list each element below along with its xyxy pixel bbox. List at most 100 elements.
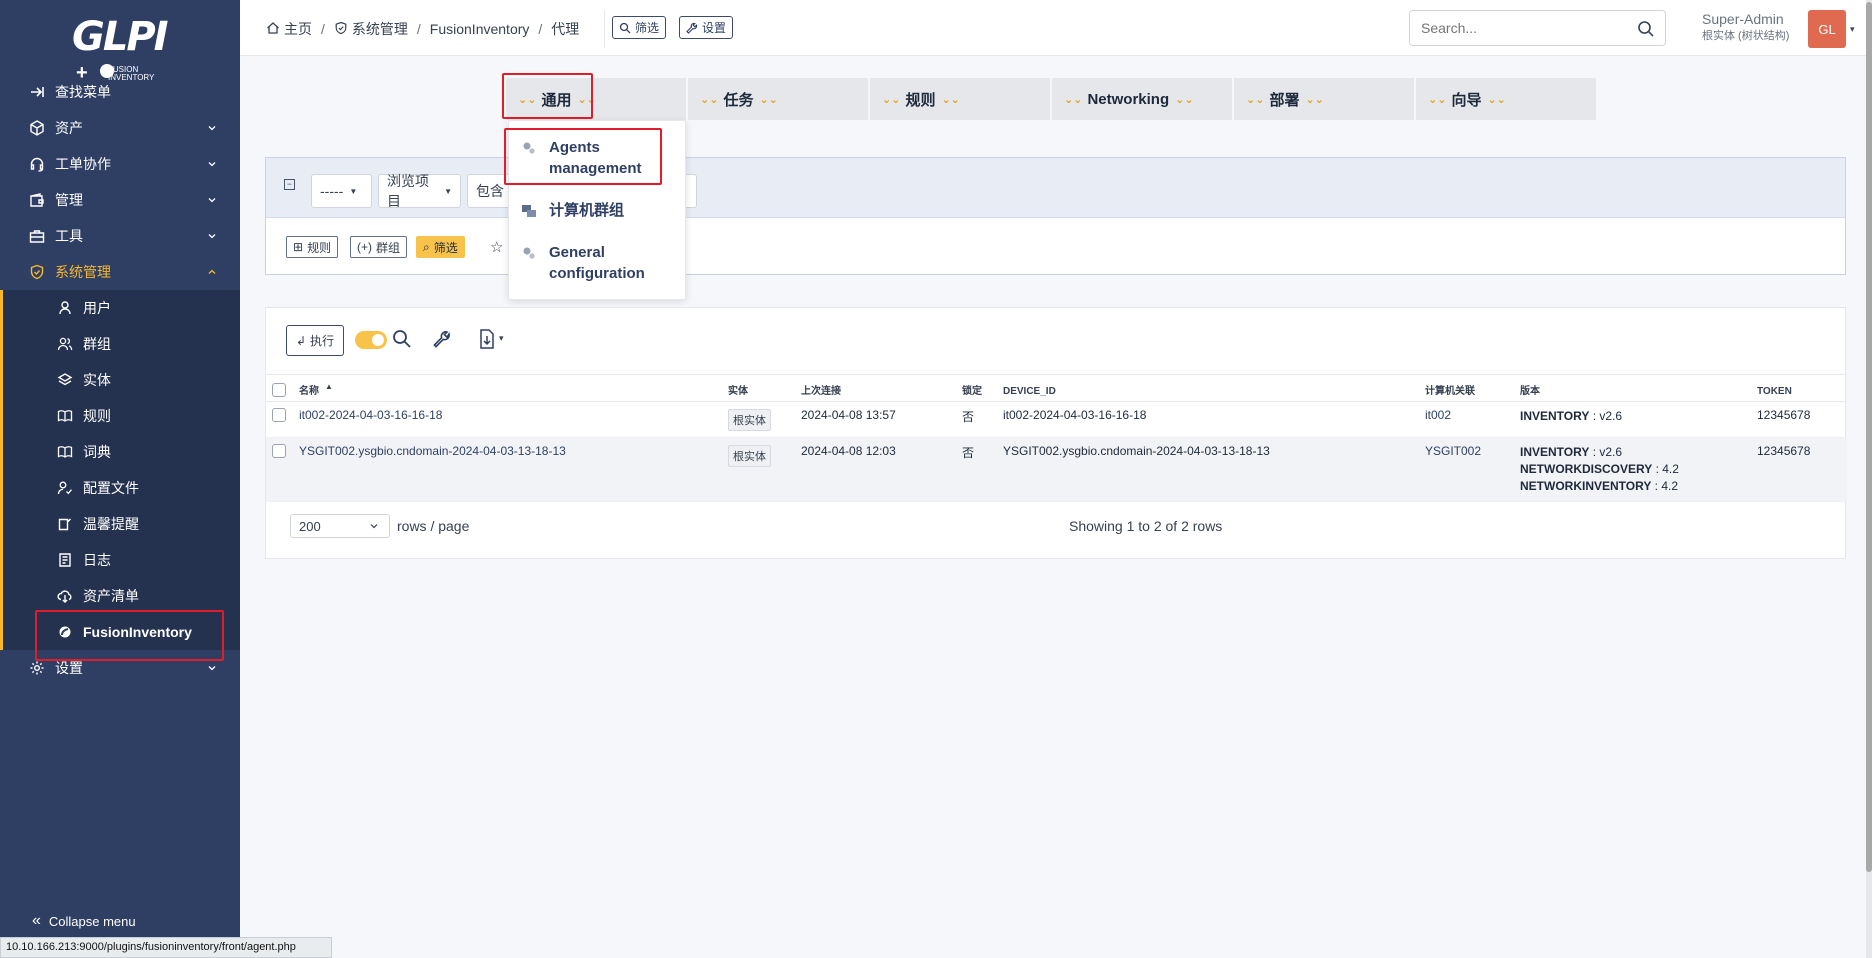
cell-version: INVENTORY : v2.6 NETWORKDISCOVERY : 4.2 … xyxy=(1520,437,1757,502)
column-header-name[interactable]: 名称 ▲ xyxy=(299,374,728,402)
sidebar-item-settings[interactable]: 设置 xyxy=(0,650,240,686)
chevron-down-icon xyxy=(208,126,216,131)
cube-icon xyxy=(28,119,46,137)
breadcrumb-fusioninventory[interactable]: FusionInventory xyxy=(430,21,530,37)
sidebar-item-dictionaries[interactable]: 词典 xyxy=(0,434,240,470)
chevron-down-icon[interactable]: ▾ xyxy=(1850,24,1855,35)
caret-down-icon: ▼ xyxy=(444,186,452,196)
chevron-down-icon xyxy=(208,666,216,671)
toggle-switch[interactable] xyxy=(355,331,387,349)
column-header-last-contact[interactable]: 上次连接 xyxy=(801,374,962,402)
sidebar-item-tools[interactable]: 工具 xyxy=(0,218,240,254)
computer-link[interactable]: it002 xyxy=(1425,408,1451,422)
fusion-icon xyxy=(56,623,74,641)
user-info[interactable]: Super-Admin 根实体 (树状结构) xyxy=(1702,11,1822,43)
note-icon xyxy=(56,515,74,533)
header-settings-label: 设置 xyxy=(702,21,727,35)
user-icon xyxy=(56,299,74,317)
header-filter-button[interactable]: 筛选 xyxy=(612,16,667,39)
execute-button[interactable]: ↲ 执行 xyxy=(286,325,344,356)
double-chevron-down-icon: ⌄⌄ xyxy=(759,93,778,106)
plugin-tab-deploy[interactable]: ⌄⌄ 部署 ⌄⌄ xyxy=(1234,78,1414,120)
criteria-field-select[interactable]: ----- ▼ xyxy=(311,174,372,208)
agent-name-link[interactable]: it002-2024-04-03-16-16-18 xyxy=(299,408,442,422)
breadcrumb-home[interactable]: 主页 xyxy=(284,19,312,39)
search-icon[interactable] xyxy=(1637,20,1655,38)
agent-name-link[interactable]: YSGIT002.ysgbio.cndomain-2024-04-03-13-1… xyxy=(299,444,566,458)
sidebar-item-label: FusionInventory xyxy=(83,624,192,640)
global-search-box xyxy=(1409,10,1666,46)
collapse-menu-button[interactable]: « Collapse menu xyxy=(32,912,136,930)
sidebar-item-groups[interactable]: 群组 xyxy=(0,326,240,362)
book-icon xyxy=(56,407,74,425)
collapse-criteria-icon[interactable]: − xyxy=(284,179,295,190)
sidebar-item-logs[interactable]: 日志 xyxy=(0,542,240,578)
cloud-download-icon xyxy=(56,587,74,605)
sidebar-item-helpdesk[interactable]: 工单协作 xyxy=(0,146,240,182)
column-header-version[interactable]: 版本 xyxy=(1520,374,1757,402)
wrench-icon[interactable] xyxy=(431,328,453,350)
breadcrumb-agents[interactable]: 代理 xyxy=(551,19,579,39)
page-size-select[interactable]: 200 xyxy=(290,514,390,538)
sidebar-item-find-menu[interactable]: 查找菜单 xyxy=(0,74,240,110)
column-header-entity[interactable]: 实体 xyxy=(728,374,801,402)
dropdown-item-agents-management[interactable]: Agents management xyxy=(509,137,687,179)
avatar[interactable]: GL xyxy=(1808,10,1846,48)
shield-icon xyxy=(334,21,348,38)
plugin-tab-general[interactable]: ⌄⌄ 通用 ⌄⌄ xyxy=(506,78,686,120)
add-group-button[interactable]: (+) 群组 xyxy=(350,236,408,258)
scrollbar-thumb[interactable] xyxy=(1866,2,1872,872)
double-chevron-down-icon: ⌄⌄ xyxy=(1175,93,1194,106)
criteria-browse-select[interactable]: 浏览项目 ▼ xyxy=(378,173,461,209)
sidebar-item-administration[interactable]: 系统管理 xyxy=(0,254,240,290)
sidebar-item-users[interactable]: 用户 xyxy=(0,290,240,326)
double-chevron-down-icon: ⌄⌄ xyxy=(700,93,719,106)
vertical-scrollbar[interactable] xyxy=(1866,0,1872,958)
glpi-logo[interactable]: GLPI + FUSION INVENTORY xyxy=(60,10,180,84)
sidebar-item-management[interactable]: 管理 xyxy=(0,182,240,218)
computer-link[interactable]: YSGIT002 xyxy=(1425,444,1481,458)
sidebar-item-entities[interactable]: 实体 xyxy=(0,362,240,398)
double-chevron-down-icon: ⌄⌄ xyxy=(1064,93,1083,106)
global-search-input[interactable] xyxy=(1421,20,1621,36)
search-icon[interactable] xyxy=(391,328,413,350)
column-header-computer[interactable]: 计算机关联 xyxy=(1425,374,1520,402)
double-chevron-down-icon: ⌄⌄ xyxy=(518,93,537,106)
plugin-tab-rules[interactable]: ⌄⌄ 规则 ⌄⌄ xyxy=(870,78,1050,120)
row-checkbox[interactable] xyxy=(272,444,286,458)
sidebar-item-reminders[interactable]: 温馨提醒 xyxy=(0,506,240,542)
double-chevron-down-icon: ⌄⌄ xyxy=(1246,93,1265,106)
row-checkbox[interactable] xyxy=(272,408,286,422)
sidebar-item-inventory[interactable]: 资产清单 xyxy=(0,578,240,614)
column-header-locked[interactable]: 锁定 xyxy=(962,374,1003,402)
table-row: YSGIT002.ysgbio.cndomain-2024-04-03-13-1… xyxy=(266,437,1847,502)
double-chevron-down-icon: ⌄⌄ xyxy=(1487,93,1506,106)
sidebar-item-profiles[interactable]: 配置文件 xyxy=(0,470,240,506)
search-filter-button[interactable]: ⌕ 筛选 xyxy=(416,236,465,258)
browser-status-url: 10.10.166.213:9000/plugins/fusioninvento… xyxy=(0,937,332,958)
briefcase-icon xyxy=(28,227,46,245)
export-icon[interactable] xyxy=(476,328,498,350)
column-header-device-id[interactable]: DEVICE_ID xyxy=(1003,374,1425,402)
criteria-field-value: ----- xyxy=(320,183,344,199)
column-header-token[interactable]: TOKEN xyxy=(1757,374,1847,402)
plugin-tab-networking[interactable]: ⌄⌄ Networking ⌄⌄ xyxy=(1052,78,1232,120)
plugin-tab-tasks[interactable]: ⌄⌄ 任务 ⌄⌄ xyxy=(688,78,868,120)
add-rule-button[interactable]: ⊞ 规则 xyxy=(286,236,339,258)
criteria-browse-value: 浏览项目 xyxy=(387,173,429,209)
star-icon[interactable]: ☆ xyxy=(490,238,503,256)
chevron-down-icon[interactable]: ▾ xyxy=(499,333,504,344)
sidebar-item-assets[interactable]: 资产 xyxy=(0,110,240,146)
plugin-tab-wizard[interactable]: ⌄⌄ 向导 ⌄⌄ xyxy=(1416,78,1596,120)
header-settings-button[interactable]: 设置 xyxy=(679,16,734,39)
search-criteria-row: − ----- ▼ 浏览项目 ▼ 包含 xyxy=(266,158,1845,218)
sidebar-item-rules[interactable]: 规则 xyxy=(0,398,240,434)
select-all-checkbox[interactable] xyxy=(272,383,286,397)
dropdown-item-computer-groups[interactable]: 计算机群组 xyxy=(509,200,687,221)
sidebar-item-fusioninventory[interactable]: FusionInventory xyxy=(0,614,240,650)
dropdown-item-general-configuration[interactable]: General configuration xyxy=(509,242,687,284)
breadcrumb-administration[interactable]: 系统管理 xyxy=(352,19,408,39)
execute-icon: ↲ xyxy=(295,333,307,348)
plus-square-icon: ⊞ xyxy=(293,240,304,254)
cell-last-contact: 2024-04-08 13:57 xyxy=(801,401,962,438)
